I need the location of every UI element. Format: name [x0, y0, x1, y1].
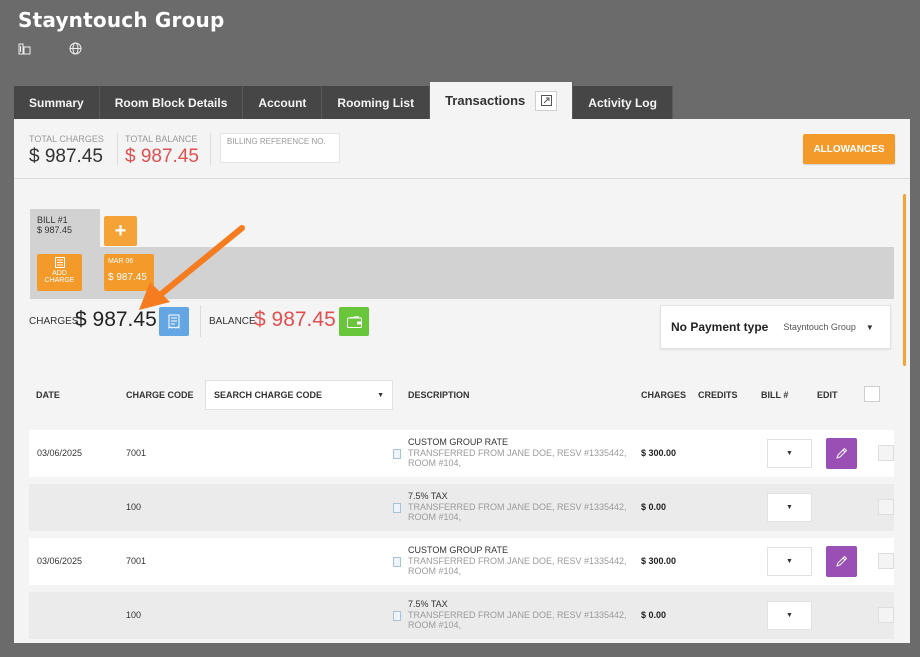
- annotation-arrow: [139, 225, 245, 310]
